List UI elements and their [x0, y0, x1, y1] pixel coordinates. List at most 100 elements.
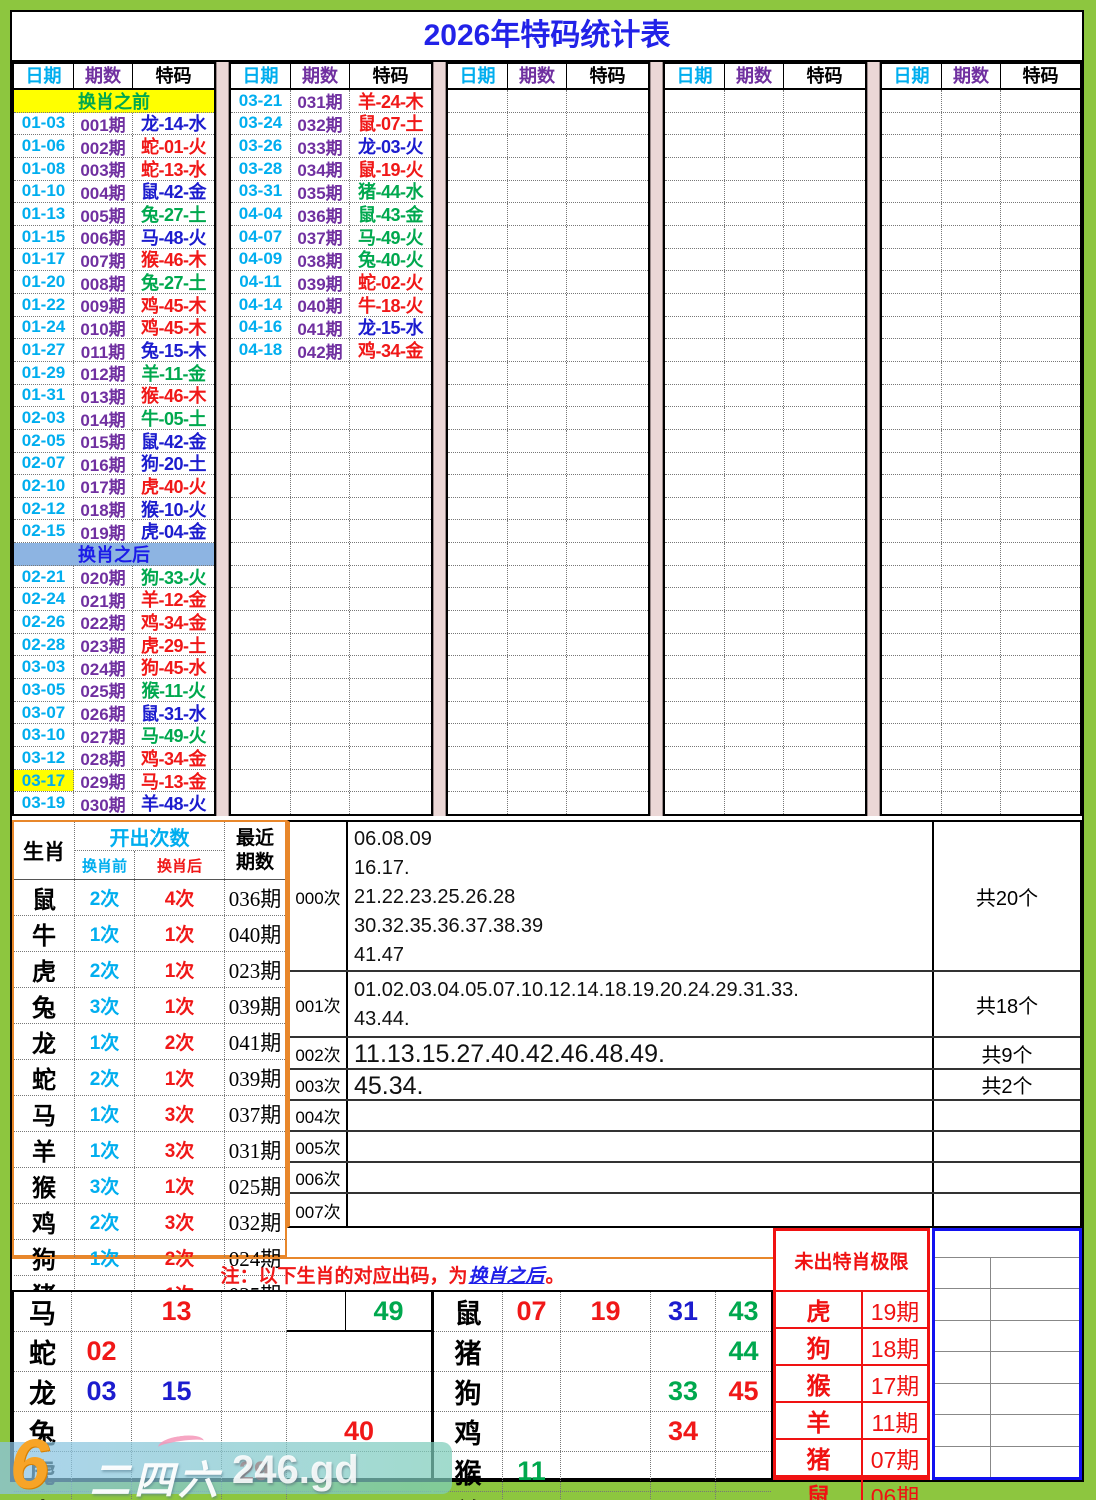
column-headers: 日期 期数 特码	[448, 64, 648, 90]
empty-row	[231, 588, 431, 612]
date-cell	[882, 497, 942, 520]
period-cell	[291, 724, 350, 747]
period-cell	[942, 497, 1001, 520]
date-cell	[665, 543, 725, 565]
number-cell: 18	[132, 1492, 222, 1500]
code-cell	[567, 543, 648, 565]
draw-row: 01-03 001期 龙-14-水	[14, 112, 214, 136]
code-cell	[1001, 679, 1080, 701]
empty-row	[231, 543, 431, 566]
date-cell	[665, 565, 725, 588]
number-cell	[222, 1372, 287, 1411]
recent-period-cell: 039期	[228, 994, 282, 1019]
date-cell: 03-24	[231, 112, 291, 135]
period-cell	[942, 293, 1001, 316]
code-header: 特码	[806, 66, 843, 86]
date-cell	[448, 769, 508, 792]
period-cell	[725, 497, 784, 520]
code-cell: 猴-11-火	[141, 680, 206, 701]
empty-row	[882, 316, 1080, 340]
empty-row	[665, 135, 865, 158]
draw-row: 01-06 002期 蛇-01-火	[14, 135, 214, 158]
after-count-cell: 3次	[135, 1096, 225, 1131]
period-cell	[508, 429, 567, 452]
period-header: 期数	[942, 64, 1001, 88]
period-cell	[291, 769, 350, 792]
code-cell	[567, 385, 648, 407]
period-cell	[725, 316, 784, 339]
empty-row	[448, 611, 648, 634]
limit-zodiac: 狗	[776, 1329, 863, 1364]
code-cell	[350, 656, 431, 678]
code-cell	[567, 520, 648, 542]
period-cell	[942, 452, 1001, 475]
period-cell	[725, 361, 784, 384]
period-cell	[942, 588, 1001, 611]
blue-box-strip	[935, 1231, 1079, 1258]
empty-row	[665, 497, 865, 521]
period-header: 期数	[508, 64, 567, 88]
period-cell	[291, 429, 350, 452]
empty-row	[448, 90, 648, 113]
empty-row	[448, 135, 648, 158]
period-cell	[508, 452, 567, 475]
code-cell: 狗-20-土	[140, 454, 207, 475]
date-cell	[665, 180, 725, 203]
before-count-cell: 3次	[75, 1168, 135, 1203]
code-cell	[567, 702, 648, 724]
draw-row: 01-10 004期 鼠-42-金	[14, 180, 214, 204]
code-cell: 虎-04-金	[140, 522, 207, 543]
limit-zodiac: 猴	[776, 1366, 863, 1401]
empty-row	[882, 452, 1080, 476]
draw-row: 02-21 020期 狗-33-火	[14, 565, 214, 589]
date-cell	[882, 543, 942, 565]
code-cell	[784, 634, 865, 656]
stats-body: 鼠 2次 4次 036期牛 1次 1次 040期虎 2次 1次 023期兔 3次 1次 039期龙 1次 2…	[14, 880, 285, 1311]
date-cell: 04-07	[231, 225, 291, 248]
blue-box-left-cell	[935, 1320, 991, 1352]
numbers-line: 16.17.	[354, 856, 410, 879]
date-cell	[882, 679, 942, 701]
note-keyword: 换肖之后	[468, 1266, 545, 1287]
date-cell	[882, 225, 942, 248]
code-cell	[567, 634, 648, 656]
rows	[882, 90, 1080, 814]
after-count-cell: 1次	[135, 952, 225, 987]
empty-row	[231, 611, 431, 634]
code-cell	[784, 498, 865, 520]
date-cell	[448, 180, 508, 203]
code-cell	[1001, 453, 1080, 475]
date-cell	[882, 407, 942, 429]
period-cell	[942, 112, 1001, 135]
code-cell	[1001, 362, 1080, 384]
empty-row	[665, 180, 865, 204]
code-cell	[350, 747, 431, 769]
date-cell	[665, 452, 725, 475]
draw-row: 03-28 034期 鼠-19-火	[231, 157, 431, 181]
date-cell	[665, 384, 725, 407]
period-cell	[508, 271, 567, 293]
number-cell: 33	[651, 1372, 716, 1411]
date-cell	[231, 452, 291, 475]
empty-row	[448, 565, 648, 589]
date-header: 日期	[448, 64, 508, 88]
period-cell: 009期	[74, 293, 133, 316]
empty-row	[665, 679, 865, 702]
empty-row	[665, 90, 865, 113]
zodiac-stat-row: 鸡 2次 3次 032期	[14, 1204, 285, 1240]
number-cell: 11	[503, 1452, 561, 1491]
date-cell	[882, 271, 942, 293]
draw-row: 03-12 028期 鸡-34-金	[14, 747, 214, 770]
code-cell	[1001, 724, 1080, 746]
code-cell: 羊-11-金	[141, 363, 206, 384]
period-cell	[291, 792, 350, 814]
numbers-line: 21.22.23.25.26.28	[354, 885, 516, 908]
code-cell	[567, 226, 648, 248]
zodiac-stat-row: 鼠 2次 4次 036期	[14, 880, 285, 916]
date-cell: 02-05	[14, 429, 74, 452]
note-prefix: 注：以下生肖的对应出码，为	[220, 1266, 468, 1287]
blue-box-row	[935, 1320, 1079, 1353]
period-cell: 040期	[291, 293, 350, 316]
zodiac-number-row: 鼠 07 19 31 43	[434, 1292, 771, 1332]
zodiac-number-row: 兔 40	[14, 1412, 431, 1452]
